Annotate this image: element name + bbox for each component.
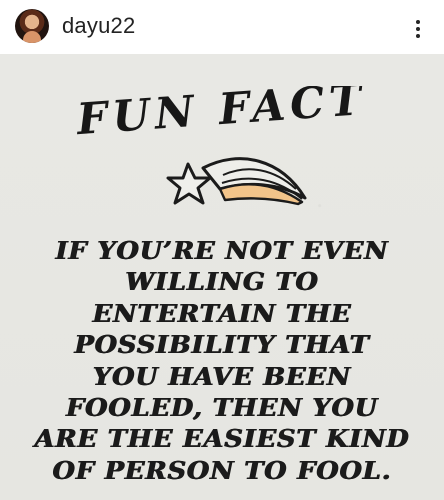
shooting-star-icon (166, 157, 307, 206)
post-header: dayu22 (0, 0, 444, 54)
instagram-post: dayu22 FUN FACT IF YOU’RE NOT EVEN WILLI… (0, 0, 444, 500)
username[interactable]: dayu22 (62, 13, 135, 39)
quote-line: YOU HAVE BEEN (92, 361, 352, 391)
more-options-button[interactable] (404, 12, 432, 42)
quote-line: POSSIBILITY THAT (74, 330, 370, 360)
vertical-ellipsis-icon (416, 27, 420, 31)
fun-fact-title-graphic: FUN FACT (73, 86, 368, 140)
user-avatar[interactable] (15, 9, 49, 43)
fun-fact-title: FUN FACT (0, 86, 444, 140)
quote-text: IF YOU’RE NOT EVEN WILLING TO ENTERTAIN … (21, 235, 423, 486)
quote-line: IF YOU’RE NOT EVEN (55, 236, 389, 265)
quote-line: FOOLED, THEN YOU (65, 393, 378, 423)
vertical-ellipsis-icon (416, 34, 420, 38)
quote-line: OF PERSON TO FOOL. (52, 455, 392, 485)
post-image[interactable]: FUN FACT IF YOU’RE NOT EVEN WILLING TO E… (0, 54, 444, 500)
quote-line: ENTERTAIN THE (92, 298, 352, 328)
quote-line: ARE THE EASIEST KIND (34, 424, 410, 454)
quote-line: WILLING TO (125, 267, 319, 297)
vertical-ellipsis-icon (416, 20, 420, 24)
fun-fact-title-text: FUN FACT (73, 86, 368, 140)
